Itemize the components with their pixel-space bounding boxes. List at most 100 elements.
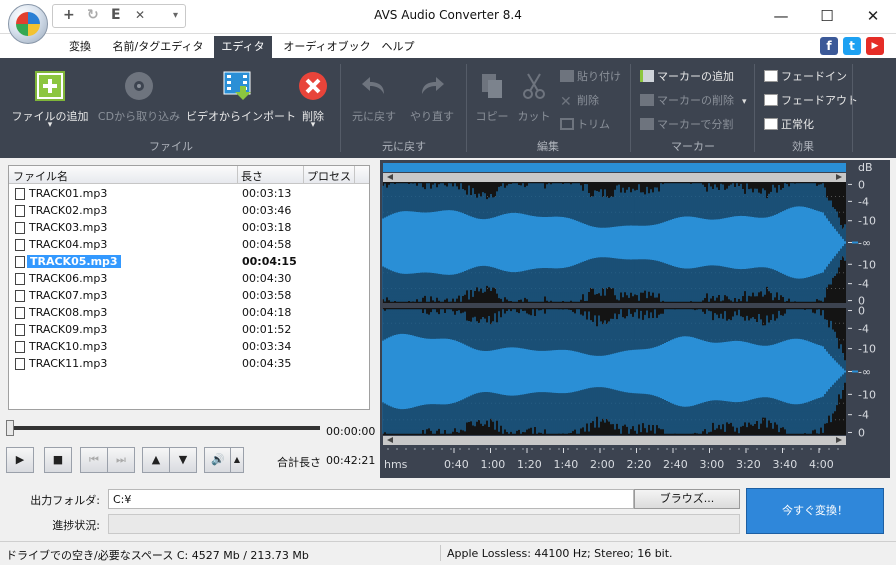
move-down-button[interactable]: ▼ [169,447,197,473]
db-header: dB [858,161,873,174]
table-row[interactable]: TRACK02.mp3 00:03:46 [9,203,369,220]
browse-button[interactable]: ブラウズ... [634,489,740,509]
status-bar: ドライブでの空き/必要なスペース C: 4527 Mb / 213.73 Mb … [0,541,896,565]
table-row[interactable]: TRACK11.mp3 00:04:35 [9,356,369,373]
time-tick-label: 1:40 [554,458,579,471]
time-tick-label: 4:00 [809,458,834,471]
dropdown-arrow-icon[interactable]: ▾ [742,97,747,107]
split-marker-button[interactable]: マーカーで分割 [640,116,733,132]
add-marker-button[interactable]: マーカーの追加 [640,68,734,84]
redo-icon [422,77,444,94]
table-row[interactable]: TRACK09.mp3 00:01:52 [9,322,369,339]
file-length: 00:03:13 [242,187,292,200]
fade-out-button[interactable]: フェードアウト [764,92,858,108]
tab-help[interactable]: ヘルプ [376,36,420,58]
ribbon-separator [340,64,341,152]
remove-marker-button[interactable]: マーカーの削除 ▾ [640,92,747,108]
progress-label: 進捗状況: [52,519,100,532]
file-length: 00:04:30 [242,272,292,285]
time-tick-label: 3:00 [700,458,725,471]
undo-icon [362,77,384,94]
convert-now-button[interactable]: 今すぐ変換！ [746,488,884,534]
delete-selection-button[interactable]: ✕ 削除 [560,92,599,109]
table-row[interactable]: TRACK06.mp3 00:04:30 [9,271,369,288]
db-tick-label: -10 [858,388,876,401]
conversion-progress-bar [108,514,740,534]
file-icon [15,256,25,268]
table-row[interactable]: TRACK01.mp3 00:03:13 [9,186,369,203]
table-row[interactable]: TRACK10.mp3 00:03:34 [9,339,369,356]
volume-menu-button[interactable]: ▲ [230,447,244,473]
paste-icon [560,70,574,82]
top-ruler [383,173,846,182]
time-tick-label: 0:40 [444,458,469,471]
cd-import-button[interactable]: CDから取り込み [96,62,182,138]
play-button[interactable]: ▶ [6,447,34,473]
volume-button[interactable]: 🔊 [204,447,232,473]
paste-button[interactable]: 貼り付け [560,68,621,84]
table-row[interactable]: TRACK08.mp3 00:04:18 [9,305,369,322]
db-tick-label: -∞ [858,366,871,379]
app-logo-icon[interactable] [8,4,48,44]
copy-button[interactable]: コピー [472,62,512,138]
undo-button[interactable]: 元に戻す [348,62,400,138]
column-length[interactable]: 長さ [241,168,263,184]
table-row[interactable]: TRACK07.mp3 00:03:58 [9,288,369,305]
import-video-button[interactable]: ビデオからインポート [186,62,296,138]
current-time: 00:00:00 [326,425,376,438]
cd-icon [125,72,153,100]
total-length-label: 合計長さ [277,456,321,469]
previous-track-button[interactable]: ⏮ [80,447,108,473]
add-file-button[interactable]: ファイルの追加 ▾ [10,62,90,138]
audio-format-status: Apple Lossless: 44100 Hz; Stereo; 16 bit… [447,547,673,560]
time-unit-label: hms [384,458,408,471]
facebook-icon[interactable]: f [820,37,838,55]
time-tick-label: 1:20 [517,458,542,471]
normalize-button[interactable]: 正常化 [764,116,814,132]
selection-bar[interactable] [383,163,846,172]
file-list[interactable]: ファイル名 長さ プロセス TRACK01.mp3 00:03:13 TRACK02… [8,165,370,410]
tab-editor[interactable]: エディタ [214,36,272,58]
fade-in-button[interactable]: フェードイン [764,68,847,84]
file-icon [15,290,25,302]
table-row[interactable]: TRACK05.mp3 00:04:15 [9,254,369,271]
minimize-button[interactable]: — [758,0,804,32]
file-group-label: ファイル [149,140,193,153]
table-row[interactable]: TRACK03.mp3 00:03:18 [9,220,369,237]
delete-file-button[interactable]: 削除 ▾ [292,62,334,138]
tab-tag-editor[interactable]: 名前/タグエディタ [108,36,208,58]
waveform-view[interactable]: 0-4-10-∞-10-400-4-10-∞-10-40dBhms 0:40 1:0… [380,160,890,478]
maximize-button[interactable]: ☐ [804,0,850,32]
db-tick-label: -4 [858,195,869,208]
split-icon [640,118,654,130]
file-length: 00:03:46 [242,204,292,217]
tab-convert[interactable]: 変換 [60,36,100,58]
ribbon: ファイルの追加 ▾ CDから取り込み ビデオからインポート 削除 ▾ ファイル [0,58,896,158]
playback-progress-track[interactable] [10,426,320,430]
playback-progress-knob[interactable] [6,420,14,436]
effects-group-label: 効果 [792,140,814,153]
db-tick-label: 0 [858,178,865,191]
cut-button[interactable]: カット [514,62,554,138]
youtube-icon[interactable]: ▶ [866,37,884,55]
waveform-panel[interactable]: 0 -4 -10 -∞ -10 -4 0 0 -4 -10 -∞ -10 -4 0 dB hms 0:40 1:0… [380,160,890,478]
file-name: TRACK03.mp3 [29,221,108,234]
trim-button[interactable]: トリム [560,116,610,132]
twitter-icon[interactable]: t [843,37,861,55]
move-up-button[interactable]: ▲ [142,447,170,473]
output-folder-input[interactable]: C:¥ [108,489,634,509]
file-length: 00:04:35 [242,357,292,370]
close-window-button[interactable]: ✕ [850,0,896,32]
next-track-button[interactable]: ⏭ [107,447,135,473]
db-tick-label: -10 [858,258,876,271]
normalize-icon [764,118,778,130]
file-icon [15,358,25,370]
menu-bar: 変換 名前/タグエディタ エディタ オーディオブック ヘルプ f t ▶ [0,34,896,58]
table-row[interactable]: TRACK04.mp3 00:04:58 [9,237,369,254]
stop-button[interactable]: ■ [44,447,72,473]
time-tick-label: 1:00 [481,458,506,471]
column-process[interactable]: プロセス [307,168,351,184]
redo-button[interactable]: やり直す [404,62,460,138]
column-filename[interactable]: ファイル名 [13,168,68,184]
tab-audiobook[interactable]: オーディオブック [278,36,376,58]
